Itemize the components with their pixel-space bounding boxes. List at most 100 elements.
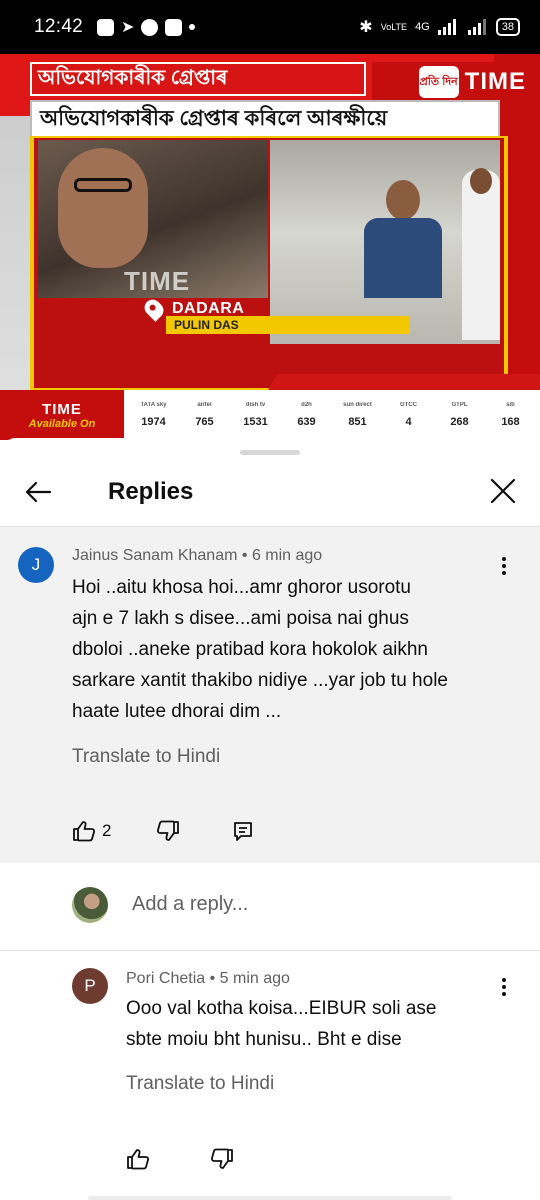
notification-icons: ➤	[97, 17, 196, 37]
headline-top: অভিযোগকাৰীক গ্ৰেপ্তাৰ	[30, 62, 366, 96]
more-notifications-icon	[189, 24, 196, 30]
comment-time: 5 min ago	[219, 970, 290, 987]
comment-line: Ooo val kotha koisa...EIBUR soli ase	[126, 998, 437, 1019]
reply-icon	[234, 822, 252, 841]
comment-line: sbte moiu bht hunisu.. Bht e dise	[126, 1029, 402, 1050]
thumbs-up-icon	[127, 1149, 150, 1170]
translate-link[interactable]: Translate to Hindi	[126, 1073, 274, 1095]
network-type: 4G	[415, 21, 430, 33]
channel-list: TATA sky 1974 airtel 765 dish tv 1531 d2h 639 su…	[124, 390, 540, 440]
translate-link[interactable]: Translate to Hindi	[72, 746, 220, 768]
dislike-button[interactable]	[156, 820, 180, 842]
more-options-icon[interactable]	[494, 972, 514, 1002]
status-time: 12:42	[34, 16, 84, 37]
channel-logo: প্ৰতি দিন TIME	[372, 62, 532, 102]
close-icon[interactable]	[488, 476, 518, 506]
avatar[interactable]: P	[72, 968, 108, 1004]
comment-meta: Jainus Sanam Khanam • 6 min ago	[72, 547, 322, 565]
channel-item: sun direct 851	[335, 402, 381, 428]
channel-name: TATA sky	[140, 402, 167, 408]
comment-line: ajn e 7 lakh s disee...ami poisa nai ghu…	[72, 608, 409, 629]
available-label: Available On	[28, 417, 96, 430]
add-reply-input[interactable]: Add a reply...	[132, 893, 248, 916]
note-icon	[165, 18, 183, 36]
battery-icon: 38	[495, 18, 520, 36]
comment-line: haate lutee dhorai dim ...	[72, 701, 282, 722]
thumbs-down-icon	[210, 1148, 233, 1169]
comment-time: 6 min ago	[251, 547, 323, 564]
comment-line: Hoi ..aitu khosa hoi...amr ghoror usorot…	[72, 577, 412, 598]
messenger-icon	[97, 18, 115, 36]
add-reply-row[interactable]: Add a reply...	[0, 863, 540, 951]
back-arrow-icon[interactable]	[22, 476, 54, 508]
bottom-scroll-indicator	[88, 1196, 452, 1200]
more-options-icon[interactable]	[494, 551, 514, 581]
signal-2-icon	[467, 19, 486, 35]
reply-comment: P Pori Chetia • 5 min ago Ooo val kotha …	[0, 952, 540, 1200]
available-brand-text: TIME	[42, 400, 82, 418]
person-face	[58, 148, 148, 268]
like-button[interactable]	[126, 1148, 150, 1170]
volte-icon: VoLTE	[380, 21, 408, 32]
channel-name: siti	[506, 402, 515, 408]
thumbs-down-icon	[156, 820, 179, 841]
watermark: TIME	[124, 266, 191, 296]
video-player[interactable]: অভিযোগকাৰীক গ্ৰেপ্তাৰ প্ৰতি দিন TIME অভি…	[0, 54, 540, 440]
like-button[interactable]: 2	[72, 820, 111, 842]
comment-line: dboloi ..aneke pratibad kora hokolok aik…	[72, 639, 428, 660]
channel-name: GTPL	[451, 402, 468, 408]
channel-name: d2h	[301, 402, 312, 408]
channel-number: 1531	[243, 416, 268, 428]
telegram-icon: ➤	[121, 19, 135, 36]
bystander-figure	[462, 168, 500, 340]
comment-author[interactable]: Jainus Sanam Khanam	[72, 547, 237, 564]
like-count: 2	[102, 821, 112, 840]
logo-text: TIME	[464, 68, 526, 95]
channel-item: d2h 639	[284, 402, 330, 428]
channel-number: 168	[501, 416, 520, 428]
logo-mark: প্ৰতি দিন	[418, 66, 459, 98]
location-pin-icon	[141, 296, 167, 322]
replies-title: Replies	[108, 478, 194, 505]
comment-text: Ooo val kotha koisa...EIBUR soli ase sbt…	[126, 993, 436, 1055]
comment-text: Hoi ..aitu khosa hoi...amr ghoror usorot…	[72, 572, 448, 727]
available-brand: TIME Available On	[0, 390, 124, 440]
channel-item: airtel 765	[182, 402, 228, 428]
user-avatar	[72, 887, 108, 923]
meta-separator: •	[241, 547, 252, 564]
system-icons: ✱ VoLTE 4G 38	[359, 17, 520, 37]
comment-author[interactable]: Pori Chetia	[126, 970, 205, 987]
channel-name: airtel	[197, 402, 212, 408]
replies-header: Replies	[0, 462, 540, 524]
thumbs-up-icon	[73, 821, 96, 842]
drag-handle[interactable]	[240, 450, 300, 455]
reporter-name: PULIN DAS	[166, 316, 410, 334]
replies-sheet: Replies J Jainus Sanam Khanam • 6 min ag…	[0, 438, 540, 1200]
parent-comment: J Jainus Sanam Khanam • 6 min ago Hoi ..…	[0, 527, 540, 863]
channel-item: siti 168	[488, 402, 534, 428]
video-pane-interviewee: TIME	[38, 140, 268, 298]
meta-separator: •	[209, 970, 220, 987]
reply-button[interactable]	[232, 820, 254, 842]
glasses	[74, 178, 132, 192]
channel-number: 765	[195, 416, 214, 428]
channel-name: dish tv	[245, 402, 266, 408]
channel-item: dish tv 1531	[233, 402, 279, 428]
headline-main: অভিযোগকাৰীক গ্ৰেপ্তাৰ কৰিলে আৰক্ষীয়ে	[30, 100, 500, 138]
channel-item: TATA sky 1974	[131, 402, 177, 428]
channel-item: GTCC 4	[386, 402, 432, 428]
channel-number: 268	[450, 416, 469, 428]
signal-icon	[437, 19, 456, 35]
comment-line: sarkare xantit thakibo nidiye ...yar job…	[72, 670, 448, 691]
channel-number: 851	[348, 416, 367, 428]
status-bar: 12:42 ➤ ✱ VoLTE 4G 38	[0, 0, 540, 54]
bluetooth-icon: ✱	[359, 19, 373, 36]
channel-name: GTCC	[400, 402, 417, 408]
dislike-button[interactable]	[210, 1148, 234, 1170]
channel-number: 4	[405, 416, 412, 428]
channel-number: 1974	[141, 416, 166, 428]
video-pane-reporter	[270, 140, 500, 344]
avatar[interactable]: J	[18, 547, 54, 583]
channel-number: 639	[297, 416, 316, 428]
channel-item: GTPL 268	[437, 402, 483, 428]
